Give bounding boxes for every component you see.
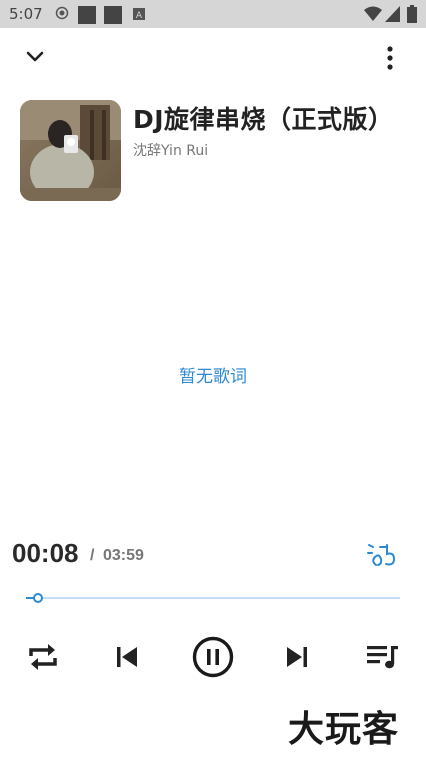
song-artist[interactable]: 沈辞Yin Rui [133,140,208,160]
no-lyrics-text: 暂无歌词 [179,367,247,387]
progress-bar[interactable] [26,593,400,603]
effects-icon [367,544,396,566]
playlist-icon [367,646,398,669]
effects-button[interactable] [362,536,402,572]
collapse-button[interactable] [18,42,52,72]
pause-icon [192,636,234,678]
svg-text:A: A [136,11,143,20]
status-bar: 5:07 A [0,0,426,28]
square-icon [78,6,96,24]
current-time: 00:08 [12,538,79,568]
a-icon: A [133,8,145,20]
repeat-button[interactable] [22,636,64,678]
signal-icon [385,6,400,22]
chevron-down-icon [26,51,44,62]
status-time: 5:07 [9,5,43,23]
skip-previous-icon [117,647,137,667]
watermark-logo: 大玩客 [288,709,400,750]
more-vertical-icon [387,46,393,70]
album-art-image [20,100,121,201]
next-button[interactable] [276,636,318,678]
time-separator: / [90,547,95,564]
repeat-icon [29,644,57,670]
battery-icon [407,5,417,23]
play-pause-button[interactable] [190,634,236,680]
more-options-button[interactable] [376,42,404,74]
radio-icon [55,6,69,20]
total-time: 03:59 [103,547,144,564]
progress-thumb[interactable] [33,593,44,603]
skip-next-icon [287,647,307,667]
playlist-button[interactable] [362,636,404,678]
wifi-icon [364,6,382,21]
song-title: DJ旋律串烧（正式版） [133,105,394,134]
album-cover[interactable] [20,100,121,201]
square-icon [104,6,122,24]
previous-button[interactable] [106,636,148,678]
